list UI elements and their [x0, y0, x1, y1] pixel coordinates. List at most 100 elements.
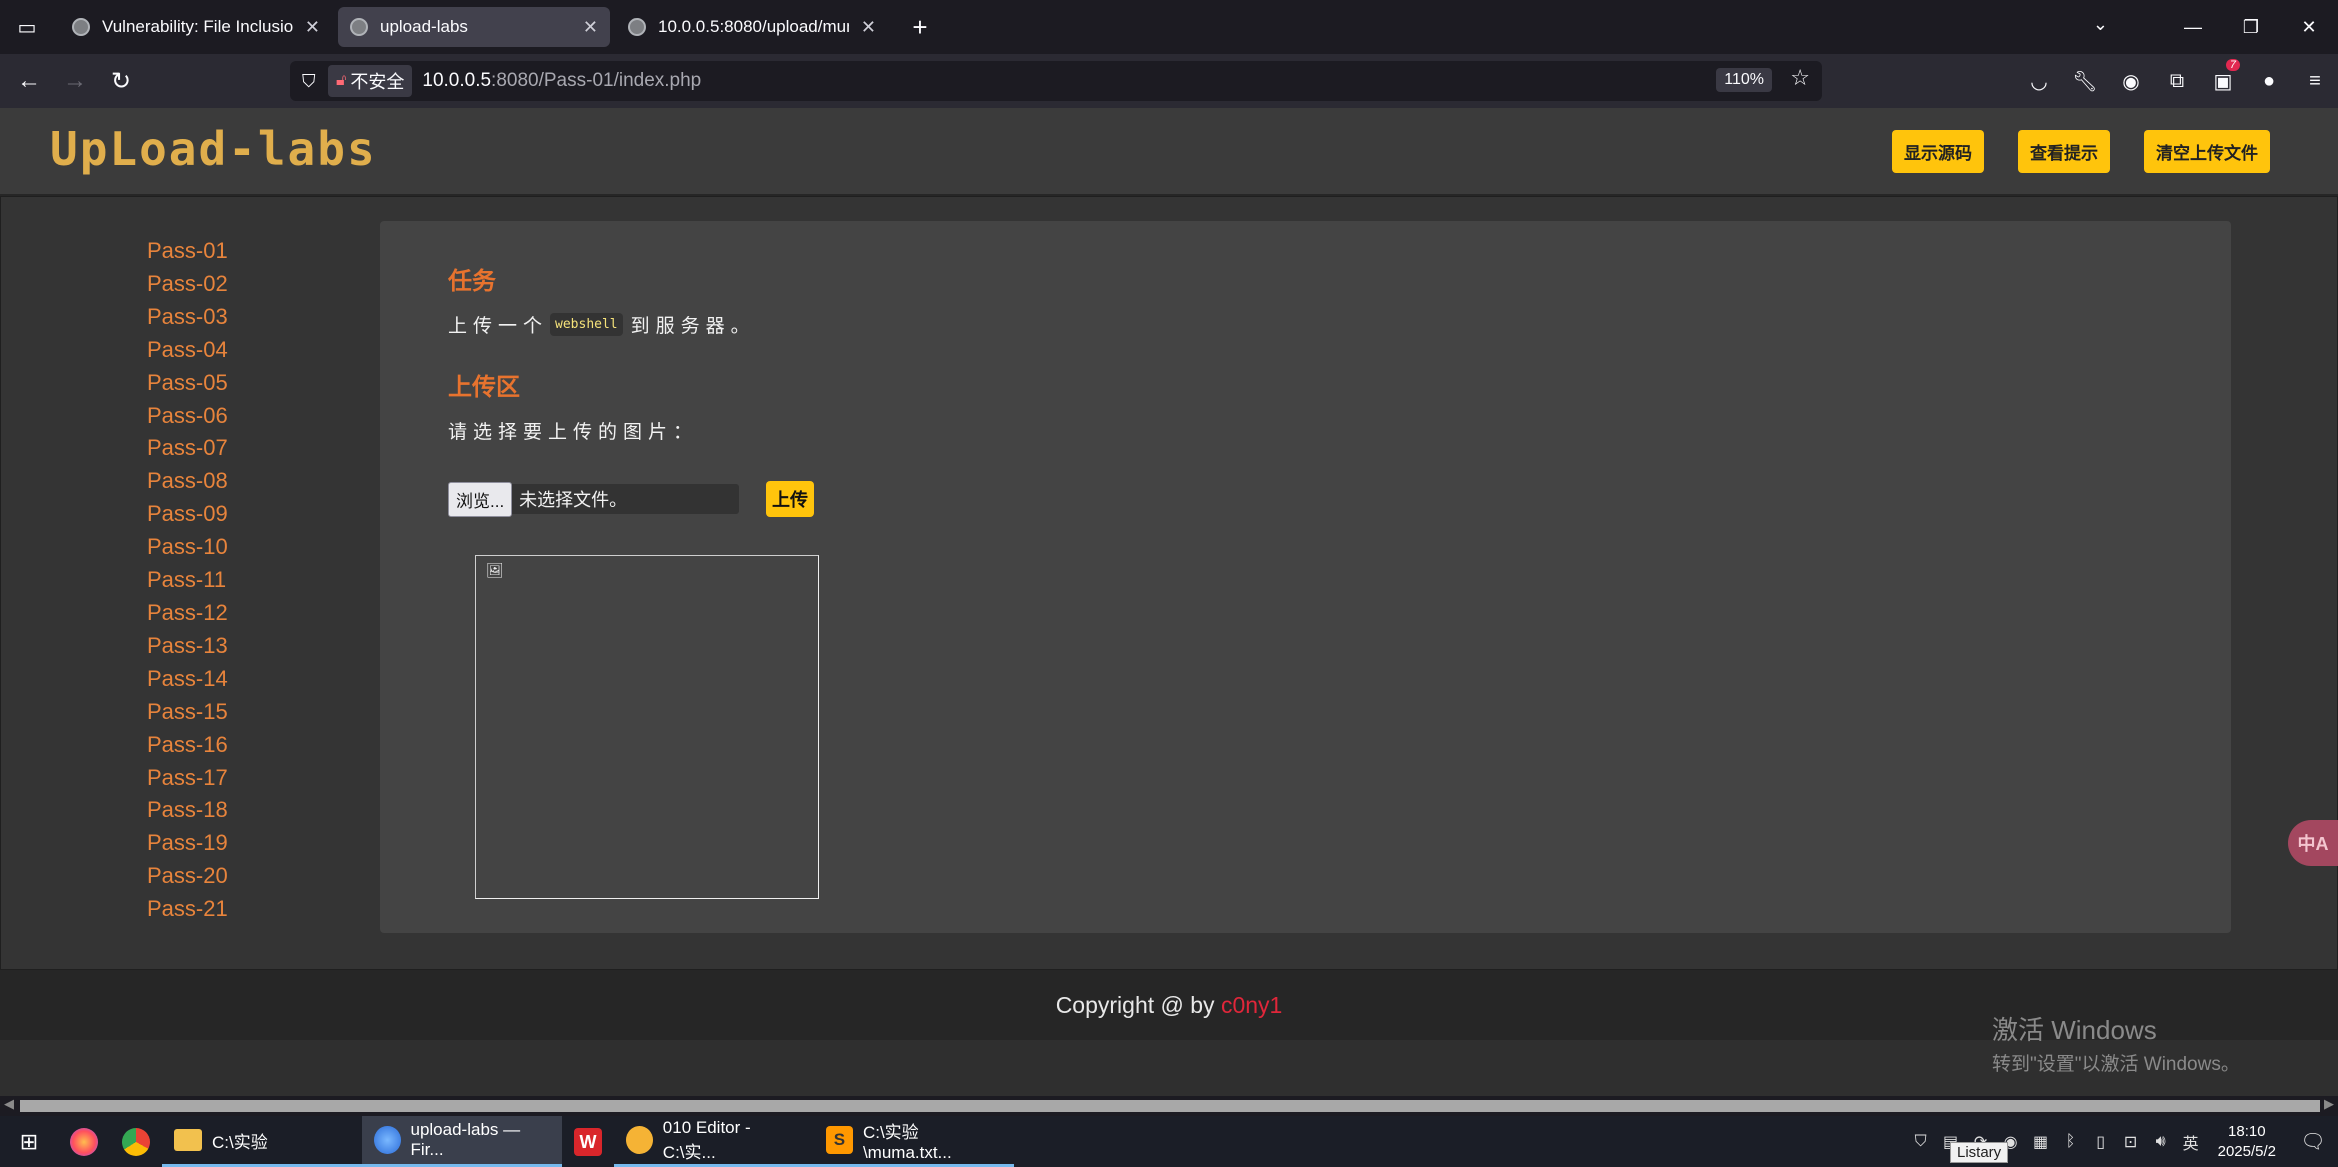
file-input[interactable]: 浏览... 未选择文件。 [448, 481, 739, 517]
network-icon[interactable]: ⊡ [2116, 1132, 2146, 1152]
site-security-indicator[interactable]: 🔓︎ 不安全 [328, 65, 413, 97]
nav-link-pass-21[interactable]: Pass-21 [147, 893, 228, 926]
taskbar-chrome-pinned[interactable] [110, 1116, 162, 1167]
horizontal-scrollbar[interactable]: ◀ ▶ [0, 1096, 2338, 1116]
nav-link-pass-19[interactable]: Pass-19 [147, 827, 228, 860]
copyright-text: Copyright @ by [1055, 992, 1221, 1018]
nav-link-pass-03[interactable]: Pass-03 [147, 301, 228, 334]
tab-dvwa[interactable]: Vulnerability: File Inclusion :: D ✕ [60, 7, 332, 47]
show-source-button[interactable]: 显示源码 [1892, 130, 1984, 173]
minimize-icon[interactable]: — [2164, 17, 2222, 38]
close-icon[interactable]: ✕ [861, 17, 876, 38]
taskbar-app-010-editor[interactable]: 010 Editor - C:\实... [614, 1116, 814, 1167]
show-hint-button[interactable]: 查看提示 [2018, 130, 2110, 173]
volume-icon[interactable]: 🔊︎ [2146, 1133, 2176, 1151]
url-path: :8080/Pass-01/index.php [491, 70, 702, 91]
header-buttons: 显示源码 查看提示 清空上传文件 [1892, 130, 2270, 173]
tab-list-icon[interactable]: ▭ [0, 0, 54, 54]
upload-heading: 上传区 [448, 374, 520, 401]
ime-indicator[interactable]: 英 [2176, 1130, 2206, 1154]
nav-link-pass-05[interactable]: Pass-05 [147, 367, 228, 400]
taskbar-app-explorer[interactable]: C:\实验 [162, 1116, 362, 1167]
nav-link-pass-01[interactable]: Pass-01 [147, 235, 228, 268]
restore-icon[interactable]: ❐ [2222, 17, 2280, 38]
main-area: Pass-01 Pass-02 Pass-03 Pass-04 Pass-05 Pass-… [0, 196, 2338, 970]
notification-icon[interactable]: ▣ 7 [2200, 58, 2246, 94]
new-tab-button[interactable]: + [902, 12, 938, 43]
nav-link-pass-16[interactable]: Pass-16 [147, 729, 228, 762]
translate-icon[interactable]: 中A [2288, 820, 2338, 866]
tab-title: upload-labs [380, 17, 468, 36]
nav-link-pass-11[interactable]: Pass-11 [147, 564, 228, 597]
nav-link-pass-06[interactable]: Pass-06 [147, 400, 228, 433]
site-logo[interactable]: UpLoad-labs [50, 122, 377, 176]
reload-icon[interactable]: ↻ [98, 67, 144, 96]
usb-icon[interactable]: ▯ [2086, 1132, 2116, 1152]
taskbar-firefox-pinned[interactable] [58, 1116, 110, 1167]
nav-link-pass-07[interactable]: Pass-07 [147, 432, 228, 465]
scrollbar-thumb[interactable] [20, 1100, 2320, 1112]
firefox-icon [374, 1126, 401, 1154]
back-arrow-icon[interactable]: ← [6, 67, 52, 95]
taskbar-clock[interactable]: 18:10 2025/5/2 [2218, 1122, 2276, 1162]
nav-toolbar: ← → ↻ ⛉ 🔓︎ 不安全 10.0.0.5:8080/Pass-01/ind… [0, 54, 2338, 108]
nav-link-pass-17[interactable]: Pass-17 [147, 762, 228, 795]
url-bar[interactable]: ⛉ 🔓︎ 不安全 10.0.0.5:8080/Pass-01/index.php… [290, 61, 1822, 101]
scroll-left-icon[interactable]: ◀ [4, 1096, 14, 1112]
globe-icon [350, 18, 368, 36]
nav-link-pass-02[interactable]: Pass-02 [147, 268, 228, 301]
pocket-icon[interactable]: ◡ [2016, 69, 2062, 94]
tray-listary-icon[interactable]: ▦ [2026, 1132, 2056, 1152]
tab-upload-labs[interactable]: upload-labs ✕ [338, 7, 610, 47]
insecure-label: 不安全 [350, 72, 405, 92]
windows-start-icon[interactable]: ⊞ [0, 1129, 58, 1155]
tab-muma[interactable]: 10.0.0.5:8080/upload/muma.l ✕ [616, 7, 888, 47]
nav-link-pass-14[interactable]: Pass-14 [147, 663, 228, 696]
taskbar-app-wps[interactable]: W [562, 1116, 614, 1167]
close-window-icon[interactable]: ✕ [2280, 17, 2338, 38]
nav-link-pass-15[interactable]: Pass-15 [147, 696, 228, 729]
account-icon[interactable]: ◉ [2108, 69, 2154, 94]
taskbar-app-firefox[interactable]: upload-labs — Fir... [362, 1116, 562, 1167]
site-footer: Copyright @ by c0ny1 [0, 970, 2338, 1040]
tray-shield-icon[interactable]: ⛉ [1906, 1133, 1936, 1151]
sublime-icon: S [826, 1126, 853, 1154]
browse-button[interactable]: 浏览... [448, 481, 513, 517]
nav-link-pass-20[interactable]: Pass-20 [147, 860, 228, 893]
nav-link-pass-08[interactable]: Pass-08 [147, 465, 228, 498]
insecure-lock-icon: 🔓︎ [336, 72, 347, 89]
nav-link-pass-18[interactable]: Pass-18 [147, 794, 228, 827]
bluetooth-icon[interactable]: ᛒ [2056, 1133, 2086, 1151]
nav-link-pass-12[interactable]: Pass-12 [147, 597, 228, 630]
wrench-icon[interactable]: 🔧︎ [2062, 69, 2108, 94]
chevron-down-icon[interactable]: ⌄ [2093, 14, 2108, 35]
task-heading: 任务 [448, 268, 496, 295]
nav-link-pass-04[interactable]: Pass-04 [147, 334, 228, 367]
clock-date: 2025/5/2 [2217, 1142, 2276, 1160]
scroll-right-icon[interactable]: ▶ [2324, 1096, 2334, 1112]
broken-image-icon: 🖼︎ [486, 562, 504, 578]
forward-arrow-icon[interactable]: → [52, 67, 98, 95]
close-icon[interactable]: ✕ [305, 17, 320, 38]
listary-tooltip: Listary [1950, 1142, 2009, 1163]
extension-cookie-icon[interactable]: ● [2246, 70, 2292, 93]
nav-link-pass-10[interactable]: Pass-10 [147, 531, 228, 564]
close-icon[interactable]: ✕ [583, 17, 598, 38]
extensions-icon[interactable]: ⧉ [2154, 70, 2200, 93]
notification-center-icon[interactable]: 🗨︎ [2288, 1129, 2338, 1154]
window-controls: — ❐ ✕ [2164, 0, 2338, 54]
chrome-icon [122, 1127, 150, 1156]
bookmark-star-icon[interactable]: ☆ [1790, 65, 1810, 91]
taskbar-app-sublime[interactable]: S C:\实验\muma.txt... [814, 1116, 1014, 1167]
folder-icon [174, 1129, 202, 1151]
clear-uploads-button[interactable]: 清空上传文件 [2144, 130, 2270, 173]
nav-link-pass-09[interactable]: Pass-09 [147, 498, 228, 531]
menu-icon[interactable]: ≡ [2292, 70, 2338, 93]
author-link[interactable]: c0ny1 [1221, 992, 1282, 1018]
image-preview: 🖼︎ [475, 555, 819, 899]
nav-link-pass-13[interactable]: Pass-13 [147, 630, 228, 663]
zoom-level[interactable]: 110% [1716, 68, 1772, 92]
shield-icon[interactable]: ⛉ [302, 71, 328, 92]
content-panel: 任务 上传一个 webshell 到服务器。 上传区 请选择要上传的图片： 浏览… [380, 221, 2231, 933]
upload-button[interactable]: 上传 [766, 481, 814, 517]
